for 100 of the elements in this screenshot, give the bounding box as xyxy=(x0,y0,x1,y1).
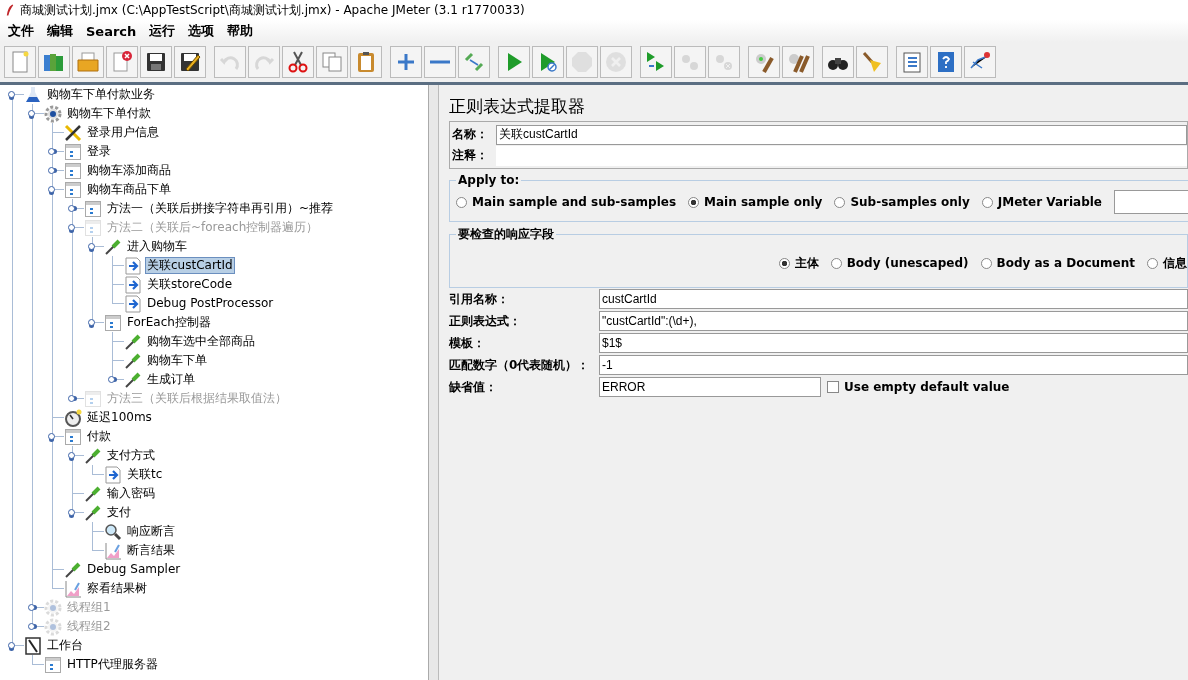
tree-node-label[interactable]: 延迟100ms xyxy=(85,409,154,426)
page-close-icon xyxy=(110,50,134,74)
comment-field[interactable] xyxy=(496,145,1187,166)
tree-toggle[interactable] xyxy=(8,642,15,649)
tree-node-label[interactable]: HTTP代理服务器 xyxy=(65,656,160,673)
radio-option[interactable]: JMeter Variable xyxy=(981,195,1102,209)
tree-node-label[interactable]: 响应断言 xyxy=(125,523,177,540)
tree-toggle[interactable] xyxy=(68,205,75,212)
gear-icon xyxy=(44,104,62,123)
menu-item[interactable]: 帮助 xyxy=(227,22,254,40)
window-icon xyxy=(64,180,82,199)
tree-toggle[interactable] xyxy=(68,509,75,516)
tree-node-label[interactable]: 登录 xyxy=(85,143,113,160)
tree-toggle[interactable] xyxy=(48,186,55,193)
field-label: 模板： xyxy=(449,334,486,352)
tree-node-label[interactable]: 支付 xyxy=(105,504,133,521)
gear-icon xyxy=(44,598,62,617)
broom-icon xyxy=(860,50,884,74)
floppy-pencil-icon xyxy=(178,50,202,74)
page-arrow-icon xyxy=(104,465,122,484)
tree-node-label[interactable]: 工作台 xyxy=(45,637,85,654)
radio-option[interactable]: 主体 xyxy=(778,254,819,272)
toolbar-button[interactable] xyxy=(174,46,206,78)
input-field[interactable]: ERROR xyxy=(599,377,821,397)
toolbar-button[interactable] xyxy=(282,46,314,78)
toolbar-button[interactable] xyxy=(822,46,854,78)
page-arrow-icon xyxy=(124,256,142,275)
window-icon xyxy=(84,199,102,218)
window-icon xyxy=(104,313,122,332)
window-icon xyxy=(84,218,102,237)
input-field[interactable]: custCartId xyxy=(599,289,1188,309)
tree-node-label[interactable]: 支付方式 xyxy=(105,447,157,464)
list-icon xyxy=(900,50,924,74)
name-field[interactable]: 关联custCartId xyxy=(496,124,1187,145)
tree-node-label[interactable]: 关联tc xyxy=(125,466,165,483)
tree-node-label[interactable]: 断言结果 xyxy=(125,542,177,559)
input-field[interactable]: $1$ xyxy=(599,333,1188,353)
window-icon xyxy=(64,427,82,446)
tree-toggle[interactable] xyxy=(8,91,15,98)
field-label: 正则表达式： xyxy=(449,312,522,330)
radio-option[interactable]: Main sample and sub-samples xyxy=(456,195,677,209)
copy-icon xyxy=(320,50,344,74)
feather-icon xyxy=(6,3,14,17)
radio-option[interactable]: Body (unescaped) xyxy=(830,256,969,270)
radio-button[interactable] xyxy=(778,257,790,269)
menu-item[interactable]: 编辑 xyxy=(47,22,73,40)
floppy-icon xyxy=(144,50,168,74)
radio-option[interactable]: Main sample only xyxy=(688,195,823,209)
field-label: 匹配数字（0代表随机）： xyxy=(449,356,591,374)
folder-icon xyxy=(76,50,100,74)
tree-toggle[interactable] xyxy=(48,433,55,440)
tree-toggle[interactable] xyxy=(68,452,75,459)
field-label: 缺省值： xyxy=(449,378,498,396)
field-label: 引用名称： xyxy=(449,290,510,308)
group-legend: 要检查的响应字段 xyxy=(456,226,556,243)
tree-node-label[interactable]: Debug Sampler xyxy=(85,561,183,578)
tree-toggle[interactable] xyxy=(48,167,55,174)
tree-node-label[interactable]: 方法一（关联后拼接字符串再引用）~推荐 xyxy=(105,200,336,217)
radio-option[interactable]: Body as a Document xyxy=(980,256,1135,270)
tree-node-label[interactable]: 登录用户信息 xyxy=(85,124,161,141)
tree-toggle[interactable] xyxy=(48,148,55,155)
input-field[interactable]: "custCartId":(\d+), xyxy=(599,311,1188,331)
tree-node-label[interactable]: 输入密码 xyxy=(105,485,157,502)
radio-button[interactable] xyxy=(980,257,992,269)
radio-button[interactable] xyxy=(981,196,993,208)
window-title: 商城测试计划.jmx (C:\AppTestScript\商城测试计划.jmx) - Apache JMeter (3.1 r1770033) xyxy=(20,1,525,19)
radio-button[interactable] xyxy=(456,196,467,208)
tree-node-label[interactable]: 购物车添加商品 xyxy=(85,162,173,179)
group-legend: Apply to: xyxy=(456,173,522,187)
radio-button[interactable] xyxy=(1147,257,1158,269)
checkbox[interactable] xyxy=(827,381,839,393)
toolbar-button[interactable] xyxy=(140,46,172,78)
radio-button[interactable] xyxy=(830,257,842,269)
chart-page-icon xyxy=(64,579,82,598)
tree-node-label[interactable]: 购物车下单付款 xyxy=(65,105,153,122)
menu-item[interactable]: 文件 xyxy=(8,22,34,40)
scissors-icon xyxy=(286,50,310,74)
menu-item[interactable]: Search xyxy=(86,23,137,39)
menu-item[interactable]: 选项 xyxy=(188,22,215,40)
menu-item[interactable]: 运行 xyxy=(149,22,176,40)
input-field[interactable]: -1 xyxy=(599,355,1188,375)
chart-page-icon xyxy=(104,541,122,560)
clock-icon xyxy=(64,408,82,427)
panel-title: 正则表达式提取器 xyxy=(449,95,586,118)
tree-toggle[interactable] xyxy=(28,110,35,117)
tree-node-label[interactable]: 察看结果树 xyxy=(85,580,149,597)
field-label: 注释： xyxy=(452,147,489,164)
radio-button[interactable] xyxy=(688,196,700,208)
window-icon xyxy=(64,161,82,180)
window-icon xyxy=(44,655,62,674)
tree-node-label[interactable]: 付款 xyxy=(85,428,113,445)
tree-node-label[interactable]: 购物车商品下单 xyxy=(85,181,173,198)
page-arrow-icon xyxy=(124,294,142,313)
radio-button[interactable] xyxy=(834,196,846,208)
tree-node-label[interactable]: 购物车下单付款业务 xyxy=(45,86,157,103)
checkbox-option[interactable]: Use empty default value xyxy=(827,380,1010,394)
radio-option[interactable]: 信息 xyxy=(1147,254,1187,272)
radio-option[interactable]: Sub-samples only xyxy=(834,195,970,209)
gear-icon xyxy=(44,617,62,636)
page-arrow-icon xyxy=(124,275,142,294)
